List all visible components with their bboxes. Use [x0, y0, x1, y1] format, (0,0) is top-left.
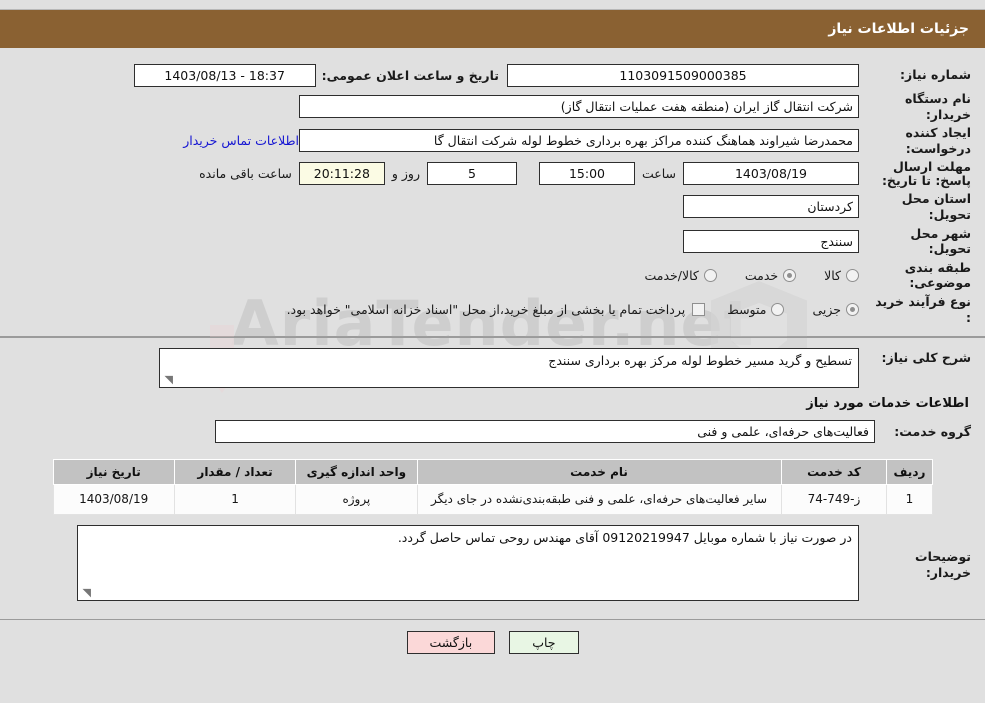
category-option-service-label: خدمت [744, 267, 779, 283]
deadline-label: مهلت ارسال پاسخ: تا تاریخ: [881, 158, 971, 188]
radio-icon[interactable] [846, 303, 859, 317]
deadline-time-field[interactable]: 15:00 [538, 162, 635, 186]
row-purchase-process: نوع فرآیند خرید : جزیی متوسط پرداخت تمام… [14, 294, 971, 325]
general-desc-label: شرح کلی نیاز: [881, 350, 971, 366]
category-option-goods-service[interactable]: کالا/خدمت [644, 267, 717, 283]
print-button[interactable]: چاپ [509, 631, 579, 655]
creator-label: ایجاد کننده درخواست: [905, 125, 971, 156]
process-option-minor[interactable]: جزیی [812, 302, 859, 317]
cell-qty: 1 [173, 484, 297, 516]
buyer-org-field[interactable]: شرکت انتقال گاز ایران (منطقه هفت عملیات … [299, 95, 859, 119]
resize-grip-icon[interactable]: ◥ [81, 587, 91, 598]
service-group-label: گروه خدمت: [894, 423, 971, 439]
announce-datetime-field[interactable]: 1403/08/13 - 18:37 [133, 63, 316, 87]
category-option-goods-service-label: کالا/خدمت [644, 267, 699, 283]
col-header-qty: تعداد / مقدار [173, 459, 297, 486]
general-desc-value: تسطیح و گرید مسیر خطوط لوله مرکز بهره بر… [548, 353, 852, 369]
province-label: استان محل تحویل: [901, 191, 971, 222]
form-area: شماره نیاز: 1103091509000385 تاریخ و ساع… [0, 54, 985, 332]
buyer-notes-wrap: توضیحات خریدار: در صورت نیاز با شماره مو… [0, 525, 985, 619]
row-subject-category: طبقه بندی موضوعی: کالا خدمت کالا/خدمت [14, 260, 971, 291]
category-radio-group: کالا خدمت کالا/خدمت [622, 268, 859, 283]
row-request-creator: ایجاد کننده درخواست: محمدرضا شیراوند هما… [14, 125, 971, 156]
city-field[interactable]: سنندج [683, 229, 859, 253]
service-group-field[interactable]: فعالیت‌های حرفه‌ای، علمی و فنی [215, 420, 875, 444]
radio-icon[interactable] [771, 303, 785, 317]
resize-grip-icon[interactable]: ◥ [163, 374, 173, 385]
province-field[interactable]: کردستان [683, 195, 859, 219]
cell-radif: 1 [886, 484, 933, 516]
back-button[interactable]: بازگشت [406, 631, 496, 655]
remaining-days-field: 5 [426, 162, 517, 186]
city-label: شهر محل تحویل: [910, 225, 971, 257]
top-strip [0, 0, 985, 10]
row-buyer-notes: توضیحات خریدار: در صورت نیاز با شماره مو… [14, 525, 971, 602]
deadline-date-field[interactable]: 1403/08/19 [683, 162, 859, 186]
treasury-checkbox-row[interactable]: پرداخت تمام یا بخشی از مبلغ خرید،از محل … [287, 302, 706, 317]
row-response-deadline: مهلت ارسال پاسخ: تا تاریخ: 1403/08/19 سا… [14, 158, 971, 189]
col-header-date: تاریخ نیاز [52, 459, 175, 486]
deadline-time-label: ساعت [641, 166, 676, 182]
category-option-service[interactable]: خدمت [744, 267, 797, 283]
radio-icon[interactable] [846, 268, 859, 282]
service-details-section: شرح کلی نیاز: تسطیح و گرید مسیر خطوط لول… [0, 337, 985, 459]
col-header-name: نام خدمت [416, 459, 782, 486]
buyer-notes-textarea[interactable]: در صورت نیاز با شماره موبایل 09120219947… [77, 525, 859, 602]
checkbox-icon[interactable] [692, 303, 706, 317]
page-header: جزئیات اطلاعات نیاز [0, 10, 985, 48]
items-table-wrap: ردیف کد خدمت نام خدمت واحد اندازه گیری ت… [0, 459, 985, 516]
remaining-clock-label: ساعت باقی مانده [199, 166, 292, 182]
footer-actions: چاپ بازگشت [0, 619, 985, 655]
process-option-medium-label: متوسط [727, 302, 767, 318]
buyer-notes-label: توضیحات خریدار: [915, 549, 971, 580]
row-need-number: شماره نیاز: 1103091509000385 تاریخ و ساع… [14, 62, 971, 88]
row-service-group: گروه خدمت: فعالیت‌های حرفه‌ای، علمی و فن… [14, 420, 971, 444]
page-title: جزئیات اطلاعات نیاز [828, 21, 969, 37]
buyer-notes-value: در صورت نیاز با شماره موبایل 09120219947… [397, 530, 852, 546]
buyer-org-label: نام دستگاه خریدار: [904, 91, 971, 122]
col-header-code: کد خدمت [780, 459, 888, 486]
table-row: 1 ز-749-74 سایر فعالیت‌های حرفه‌ای، علمی… [52, 484, 933, 516]
services-section-title: اطلاعات خدمات مورد نیاز [806, 396, 969, 412]
category-label: طبقه بندی موضوعی: [904, 259, 971, 291]
announce-label: تاریخ و ساعت اعلان عمومی: [321, 67, 499, 83]
row-general-description: شرح کلی نیاز: تسطیح و گرید مسیر خطوط لول… [14, 348, 971, 389]
buyer-contact-link[interactable]: اطلاعات تماس خریدار [183, 133, 299, 148]
col-header-unit: واحد اندازه گیری [295, 459, 418, 486]
cell-name: سایر فعالیت‌های حرفه‌ای، علمی و فنی طبقه… [416, 484, 782, 516]
table-header-row: ردیف کد خدمت نام خدمت واحد اندازه گیری ت… [52, 459, 933, 486]
general-desc-textarea[interactable]: تسطیح و گرید مسیر خطوط لوله مرکز بهره بر… [159, 348, 859, 389]
creator-field[interactable]: محمدرضا شیراوند هماهنگ کننده مراکز بهره … [299, 129, 859, 153]
radio-icon[interactable] [703, 268, 717, 282]
category-option-goods-label: کالا [824, 267, 841, 283]
process-label: نوع فرآیند خرید : [875, 294, 971, 325]
need-number-label: شماره نیاز: [900, 67, 971, 83]
cell-date: 1403/08/19 [52, 484, 175, 516]
treasury-checkbox-label: پرداخت تمام یا بخشی از مبلغ خرید،از محل … [286, 302, 686, 318]
cell-code: ز-749-74 [780, 484, 888, 516]
row-delivery-city: شهر محل تحویل: سنندج [14, 226, 971, 257]
cell-unit: پروژه [295, 484, 418, 516]
process-option-medium[interactable]: متوسط [727, 302, 785, 318]
need-info-panel: AriaTender.net شماره نیاز: 1103091509000… [0, 48, 985, 393]
need-number-field[interactable]: 1103091509000385 [507, 63, 859, 87]
items-table: ردیف کد خدمت نام خدمت واحد اندازه گیری ت… [52, 459, 933, 516]
page-root: جزئیات اطلاعات نیاز AriaTender.net شماره… [0, 0, 985, 703]
col-header-radif: ردیف [886, 459, 933, 486]
category-option-goods[interactable]: کالا [824, 268, 859, 283]
process-option-minor-label: جزیی [812, 302, 841, 318]
row-buyer-org: نام دستگاه خریدار: شرکت انتقال گاز ایران… [14, 91, 971, 122]
process-radio-group: جزیی متوسط [705, 302, 859, 317]
row-delivery-province: استان محل تحویل: کردستان [14, 191, 971, 222]
radio-icon[interactable] [783, 268, 797, 282]
remaining-clock-field: 20:11:28 [298, 162, 385, 186]
remaining-days-label: روز و [391, 166, 420, 182]
